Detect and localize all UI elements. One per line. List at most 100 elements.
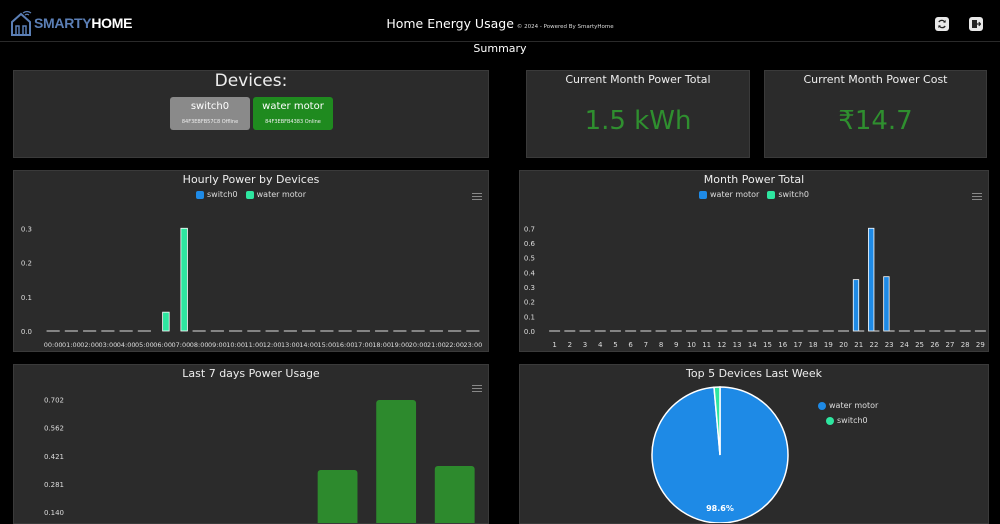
x-tick-label: 22 <box>869 341 878 349</box>
week-chart: 0.140 0.281 0.421 0.562 0.702 <box>44 397 475 523</box>
app-title: Home Energy Usage <box>386 16 514 31</box>
power-cost-value: ₹14.7 <box>838 106 913 136</box>
week-chart-card: Last 7 days Power Usage 0.140 0.281 0.421 0… <box>13 364 489 524</box>
y-tick-label: 0.3 <box>524 284 535 292</box>
x-tick-label: 12:00 <box>263 341 282 349</box>
x-tick-label: 5 <box>613 341 617 349</box>
y-tick-label: 0.3 <box>21 225 32 233</box>
x-tick-label: 1 <box>552 341 556 349</box>
x-tick-label: 17 <box>793 341 802 349</box>
x-tick-label: 25 <box>915 341 924 349</box>
x-tick-label: 07:00 <box>172 341 191 349</box>
pie-legend-item-switch0[interactable]: switch0 <box>826 416 868 425</box>
summary-heading: Summary <box>473 42 527 55</box>
refresh-button[interactable] <box>935 17 949 31</box>
pie-chart-card: Top 5 Devices Last Week 98.6% water moto… <box>519 364 989 524</box>
month-chart: 0.00.10.20.30.40.50.60.71 2 3 4 5 6 7 8 9 10 11 12 1… <box>524 225 986 349</box>
power-cost-title: Current Month Power Cost <box>803 73 948 86</box>
x-tick-label: 10 <box>687 341 696 349</box>
x-tick-label: 23 <box>885 341 894 349</box>
y-tick-label: 0.7 <box>524 225 535 233</box>
x-tick-label: 12 <box>717 341 726 349</box>
x-tick-label: 18:00 <box>372 341 391 349</box>
x-tick-label: 27 <box>946 341 955 349</box>
x-tick-label: 11:00 <box>245 341 264 349</box>
logout-icon <box>972 20 981 28</box>
y-tick-label: 0.562 <box>44 425 64 433</box>
bar <box>180 227 188 332</box>
x-tick-label: 9 <box>674 341 678 349</box>
x-tick-label: 15 <box>763 341 772 349</box>
bar <box>868 227 875 332</box>
y-tick-label: 0.0 <box>21 328 32 336</box>
x-tick-label: 6 <box>628 341 633 349</box>
x-tick-label: 14:00 <box>299 341 318 349</box>
y-tick-label: 0.421 <box>44 453 64 461</box>
header-title: Home Energy Usage © 2024 - Powered By Sma… <box>0 13 1000 32</box>
x-tick-label: 28 <box>961 341 970 349</box>
x-tick-label: 14 <box>748 341 757 349</box>
y-tick-label: 0.5 <box>524 255 535 263</box>
x-tick-label: 09:00 <box>208 341 227 349</box>
x-tick-label: 24 <box>900 341 909 349</box>
x-tick-label: 8 <box>659 341 663 349</box>
x-tick-label: 04:00 <box>117 341 136 349</box>
x-tick-label: 20 <box>839 341 848 349</box>
hourly-chart: 0.0 0.1 0.2 0.3 00:00 01:00 02:00 03:00 04:00 05:… <box>21 225 483 349</box>
power-total-value: 1.5 kWh <box>584 106 692 136</box>
y-tick-label: 0.0 <box>524 328 535 336</box>
x-tick-label: 19:00 <box>391 341 410 349</box>
x-tick-label: 13:00 <box>281 341 300 349</box>
power-cost-card: Current Month Power Cost ₹14.7 <box>764 70 987 158</box>
x-tick-label: 21:00 <box>427 341 446 349</box>
x-tick-label: 16 <box>778 341 787 349</box>
x-tick-label: 3 <box>583 341 587 349</box>
x-tick-label: 10:00 <box>226 341 245 349</box>
bar <box>883 276 890 332</box>
logout-button[interactable] <box>969 17 983 31</box>
y-tick-label: 0.140 <box>44 509 64 517</box>
x-tick-label: 13 <box>733 341 742 349</box>
x-tick-label: 23:00 <box>464 341 483 349</box>
x-tick-label: 7 <box>644 341 648 349</box>
y-tick-label: 0.6 <box>524 240 536 248</box>
x-tick-label: 22:00 <box>445 341 464 349</box>
devices-title: Devices: <box>214 71 288 91</box>
y-tick-label: 0.4 <box>524 269 536 277</box>
legend-label: switch0 <box>837 416 868 425</box>
refresh-icon <box>938 19 946 29</box>
legend-label: water motor <box>829 401 879 410</box>
power-total-card: Current Month Power Total 1.5 kWh <box>526 70 750 158</box>
pie-label: 98.6% <box>706 504 734 513</box>
x-tick-label: 05:00 <box>135 341 154 349</box>
x-tick-label: 20:00 <box>409 341 428 349</box>
device-status: 84F3EBFB57C8 Offline <box>181 119 239 125</box>
y-tick-label: 0.1 <box>21 294 32 302</box>
power-total-title: Current Month Power Total <box>565 73 711 86</box>
x-tick-label: 29 <box>976 341 985 349</box>
devices-card: Devices: switch0 84F3EBFB57C8 Offline wa… <box>13 70 489 158</box>
device-status: 84F3EBFB4383 Online <box>265 119 321 125</box>
y-tick-label: 0.2 <box>21 260 32 268</box>
device-switch0[interactable]: switch0 84F3EBFB57C8 Offline <box>170 97 250 130</box>
x-tick-label: 01:00 <box>62 341 81 349</box>
y-tick-label: 0.281 <box>44 481 64 489</box>
pie-chart: 98.6% <box>651 386 789 523</box>
x-tick-label: 02:00 <box>80 341 99 349</box>
pie-legend-item-water-motor[interactable]: water motor <box>818 401 878 410</box>
app-subtitle: © 2024 - Powered By SmartyHome <box>516 24 614 30</box>
x-tick-label: 08:00 <box>190 341 209 349</box>
y-tick-label: 0.1 <box>524 313 535 321</box>
x-tick-label: 26 <box>930 341 939 349</box>
device-name: water motor <box>262 101 324 112</box>
x-tick-label: 16:00 <box>336 341 355 349</box>
bar <box>852 279 860 332</box>
bar <box>317 470 358 523</box>
x-tick-label: 15:00 <box>318 341 337 349</box>
device-water-motor[interactable]: water motor 84F3EBFB4383 Online <box>253 97 333 130</box>
x-tick-label: 4 <box>598 341 603 349</box>
x-tick-label: 00:00 <box>44 341 63 349</box>
x-tick-label: 17:00 <box>354 341 373 349</box>
device-name: switch0 <box>190 101 230 112</box>
x-tick-label: 19 <box>824 341 833 349</box>
